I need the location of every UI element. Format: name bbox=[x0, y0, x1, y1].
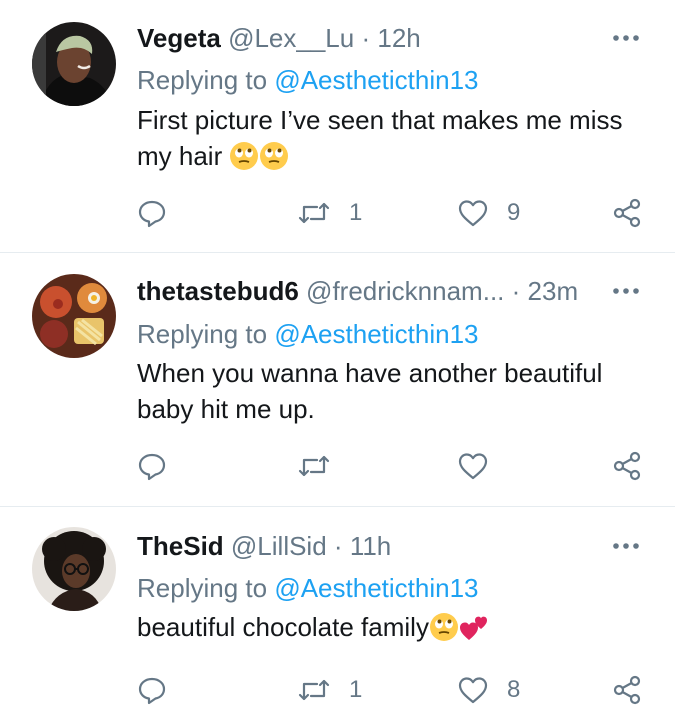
replying-to-label: Replying to bbox=[137, 65, 268, 95]
retweet-count: 1 bbox=[349, 676, 363, 703]
like-count: 8 bbox=[507, 676, 521, 703]
like-button[interactable]: 9 bbox=[457, 196, 520, 230]
tweet-text: When you wanna have another beautiful ba… bbox=[137, 355, 637, 427]
user-handle[interactable]: @LillSid bbox=[231, 531, 327, 561]
share-button[interactable] bbox=[611, 196, 643, 230]
separator-dot: · bbox=[511, 276, 521, 306]
tweet-actions: 1 8 bbox=[137, 673, 647, 707]
avatar-photo bbox=[32, 527, 116, 611]
retweet-button[interactable]: 1 bbox=[297, 673, 362, 707]
reply-icon bbox=[138, 453, 166, 481]
reply-button[interactable] bbox=[137, 673, 167, 707]
share-button[interactable] bbox=[611, 673, 643, 707]
tweet-text-content: beautiful chocolate family bbox=[137, 612, 429, 642]
display-name[interactable]: Vegeta bbox=[137, 23, 221, 53]
heart-icon bbox=[458, 453, 488, 480]
face-with-rolling-eyes-icon bbox=[229, 141, 259, 171]
tweet-text: beautiful chocolate family bbox=[137, 609, 637, 645]
reply-tweet[interactable]: thetastebud6 @fredricknnam... · 23m Repl… bbox=[0, 253, 675, 507]
retweet-icon bbox=[298, 202, 330, 224]
more-options-icon[interactable] bbox=[611, 28, 641, 48]
more-options-icon[interactable] bbox=[611, 281, 641, 301]
retweet-icon bbox=[298, 679, 330, 701]
tweet-text-content: First picture I’ve seen that makes me mi… bbox=[137, 105, 623, 171]
replying-to: Replying to @Aestheticthin13 bbox=[137, 571, 479, 605]
retweet-button[interactable]: 1 bbox=[297, 196, 362, 230]
two-hearts-icon bbox=[459, 612, 489, 642]
like-button[interactable] bbox=[457, 449, 507, 483]
avatar[interactable] bbox=[32, 274, 116, 358]
like-button[interactable]: 8 bbox=[457, 673, 520, 707]
share-icon bbox=[613, 451, 641, 481]
tweet-header: Vegeta @Lex__Lu · 12h bbox=[137, 21, 595, 55]
mention-link[interactable]: @Aestheticthin13 bbox=[274, 573, 478, 603]
share-button[interactable] bbox=[611, 449, 643, 483]
heart-icon bbox=[458, 677, 488, 704]
face-with-rolling-eyes-icon bbox=[429, 612, 459, 642]
retweet-icon bbox=[298, 455, 330, 477]
reply-icon bbox=[138, 200, 166, 228]
user-handle[interactable]: @Lex__Lu bbox=[228, 23, 354, 53]
retweet-count: 1 bbox=[349, 199, 363, 226]
avatar[interactable] bbox=[32, 527, 116, 611]
mention-link[interactable]: @Aestheticthin13 bbox=[274, 65, 478, 95]
tweet-text-content: When you wanna have another beautiful ba… bbox=[137, 358, 603, 424]
share-icon bbox=[613, 198, 641, 228]
separator-dot: · bbox=[333, 531, 343, 561]
tweet-text: First picture I’ve seen that makes me mi… bbox=[137, 102, 637, 174]
reply-button[interactable] bbox=[137, 196, 167, 230]
share-icon bbox=[613, 675, 641, 705]
avatar-photo bbox=[32, 274, 116, 358]
reply-button[interactable] bbox=[137, 449, 167, 483]
replying-to: Replying to @Aestheticthin13 bbox=[137, 63, 479, 97]
tweet-actions bbox=[137, 449, 647, 483]
avatar[interactable] bbox=[32, 22, 116, 106]
tweet-header: thetastebud6 @fredricknnam... · 23m bbox=[137, 274, 595, 308]
replying-to-label: Replying to bbox=[137, 319, 268, 349]
display-name[interactable]: TheSid bbox=[137, 531, 224, 561]
face-with-rolling-eyes-icon bbox=[259, 141, 289, 171]
more-options-icon[interactable] bbox=[611, 536, 641, 556]
like-count: 9 bbox=[507, 199, 521, 226]
retweet-button[interactable] bbox=[297, 449, 349, 483]
tweet-header: TheSid @LillSid · 11h bbox=[137, 529, 595, 563]
replying-to: Replying to @Aestheticthin13 bbox=[137, 317, 479, 351]
user-handle[interactable]: @fredricknnam... bbox=[306, 276, 504, 306]
reply-tweet[interactable]: Vegeta @Lex__Lu · 12h Replying to @Aesth… bbox=[0, 0, 675, 253]
timestamp[interactable]: 23m bbox=[528, 276, 579, 306]
tweet-actions: 1 9 bbox=[137, 196, 647, 230]
mention-link[interactable]: @Aestheticthin13 bbox=[274, 319, 478, 349]
timestamp[interactable]: 12h bbox=[377, 23, 420, 53]
heart-icon bbox=[458, 200, 488, 227]
separator-dot: · bbox=[361, 23, 371, 53]
replying-to-label: Replying to bbox=[137, 573, 268, 603]
display-name[interactable]: thetastebud6 bbox=[137, 276, 299, 306]
reply-tweet[interactable]: TheSid @LillSid · 11h Replying to @Aesth… bbox=[0, 507, 675, 718]
timestamp[interactable]: 11h bbox=[350, 531, 391, 561]
reply-icon bbox=[138, 677, 166, 705]
avatar-photo bbox=[32, 22, 116, 106]
